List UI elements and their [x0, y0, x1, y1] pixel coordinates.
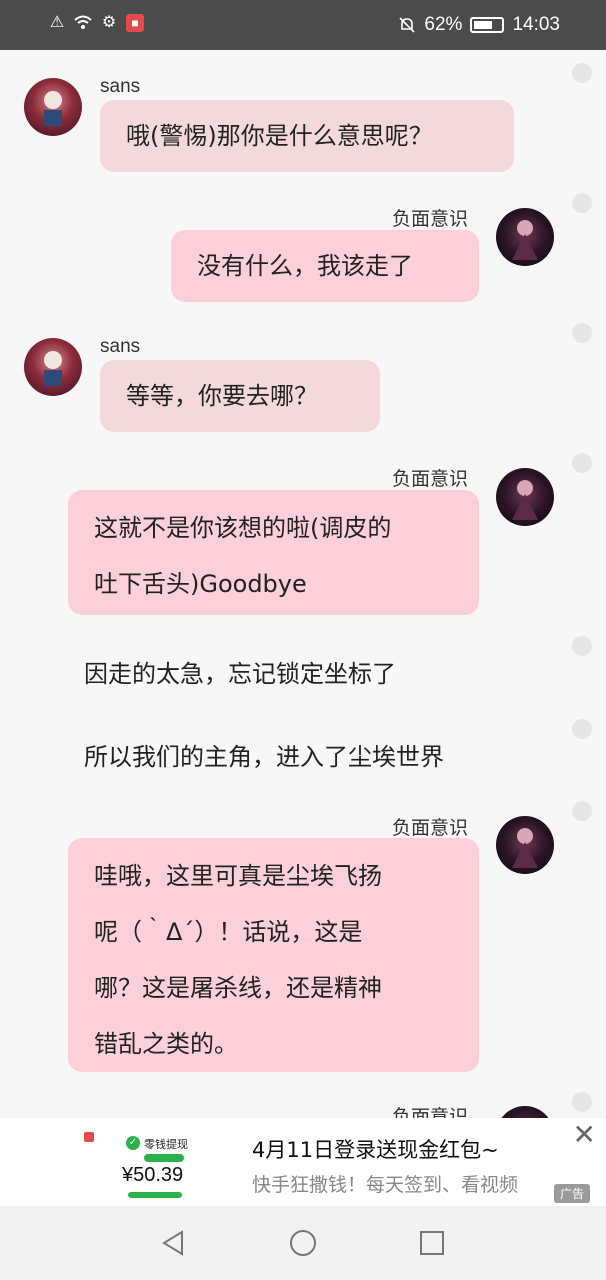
mute-icon [398, 16, 416, 34]
check-icon: ✓ [126, 1136, 140, 1150]
select-dot[interactable] [572, 1092, 592, 1112]
ad-subtitle[interactable]: 快手狂撒钱！每天签到、看视频 [252, 1170, 562, 1197]
app-badge-icon [84, 1132, 94, 1142]
ad-thumb-amount: ¥50.39 [122, 1164, 184, 1186]
message-bubble[interactable]: 哇哦，这里可真是尘埃飞扬 呢（｀Δ´）！话说，这是 哪？这是屠杀线，还是精神 错… [68, 838, 479, 1072]
ad-banner[interactable]: ✓ 零钱提现 ¥50.39 4月11日登录送现金红包~ 快手狂撒钱！每天签到、看… [0, 1118, 606, 1206]
message-bubble[interactable]: 这就不是你该想的啦(调皮的 吐下舌头)Goodbye [68, 490, 479, 615]
select-dot[interactable] [572, 801, 592, 821]
speaker-name: 负面意识 [392, 209, 469, 230]
avatar-negative-consciousness[interactable] [496, 208, 554, 266]
navigation-bar [0, 1206, 606, 1280]
message-line: 呢（｀Δ´）！话说，这是 [94, 918, 363, 946]
narration-text[interactable]: 所以我们的主角，进入了尘埃世界 [84, 737, 444, 772]
select-dot[interactable] [572, 193, 592, 213]
recents-icon[interactable] [417, 1228, 447, 1258]
message-line: 这就不是你该想的啦(调皮的 [94, 514, 392, 542]
select-dot[interactable] [572, 453, 592, 473]
battery-percent: 62% [424, 14, 463, 35]
green-tag [144, 1154, 184, 1162]
speaker-name: sans [100, 336, 141, 357]
wifi-icon [74, 14, 92, 32]
select-dot[interactable] [572, 719, 592, 739]
back-icon[interactable] [158, 1228, 188, 1258]
narration-text[interactable]: 因走的太急，忘记锁定坐标了 [84, 654, 396, 689]
battery-icon [470, 17, 505, 33]
speaker-name: 负面意识 [392, 818, 469, 839]
green-button [128, 1192, 182, 1198]
message-line: 哪？这是屠杀线，还是精神 [94, 974, 382, 1002]
select-dot[interactable] [572, 323, 592, 343]
ad-thumbnail[interactable]: ✓ 零钱提现 ¥50.39 [96, 1130, 216, 1200]
avatar-negative-consciousness[interactable] [496, 468, 554, 526]
message-line: 吐下舌头)Goodbye [94, 570, 307, 598]
update-icon: ⚙ [101, 14, 117, 31]
status-bar: ⚠ ⚙ ■ 62% 14:03 [0, 0, 606, 50]
clock: 14:03 [512, 14, 560, 35]
avatar-negative-consciousness[interactable] [496, 816, 554, 874]
ad-label: 广告 [553, 1184, 590, 1203]
home-icon[interactable] [288, 1228, 318, 1258]
select-dot[interactable] [572, 636, 592, 656]
message-bubble[interactable]: 哦(警惕)那你是什么意思呢？ [100, 100, 514, 172]
message-bubble[interactable]: 等等，你要去哪？ [100, 360, 380, 432]
ad-title[interactable]: 4月11日登录送现金红包~ [252, 1134, 499, 1164]
message-line: 哇哦，这里可真是尘埃飞扬 [94, 862, 382, 890]
close-icon[interactable]: ✕ [573, 1118, 596, 1151]
speaker-name: 负面意识 [392, 469, 469, 490]
alert-icon: ⚠ [49, 14, 65, 31]
avatar-sans[interactable] [24, 78, 82, 136]
message-line: 错乱之类的。 [94, 1030, 238, 1058]
avatar-sans[interactable] [24, 338, 82, 396]
select-dot[interactable] [572, 63, 592, 83]
speaker-name: sans [100, 76, 141, 97]
message-bubble[interactable]: 没有什么，我该走了 [171, 230, 479, 302]
ad-thumb-label: 零钱提现 [144, 1138, 188, 1151]
book-icon: ■ [126, 14, 144, 32]
